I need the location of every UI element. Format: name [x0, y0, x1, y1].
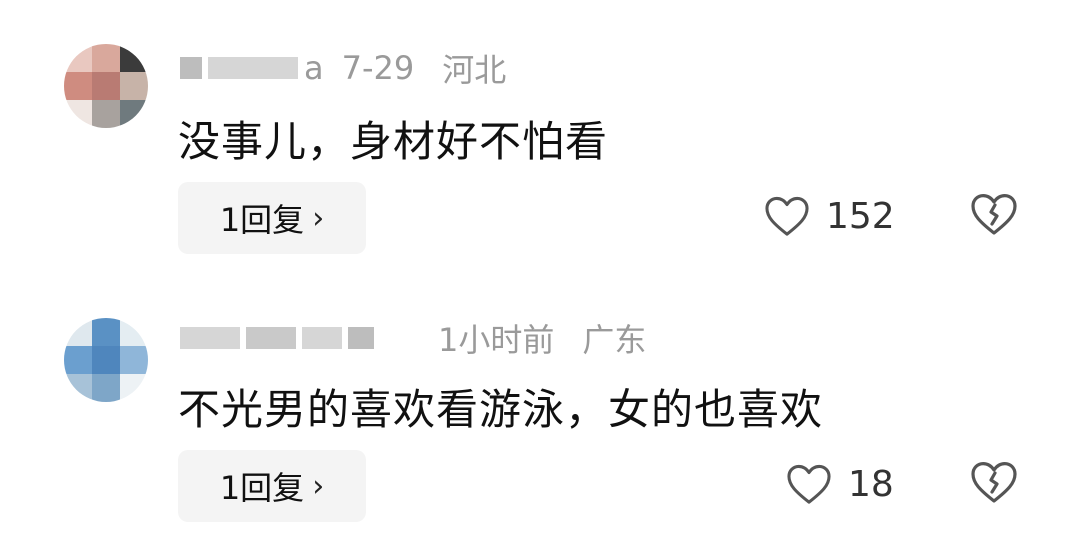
broken-heart-icon	[971, 194, 1017, 235]
comment-text: 没事儿，身材好不怕看	[178, 117, 609, 166]
like-button[interactable]: 18	[786, 454, 894, 514]
username-redacted[interactable]	[208, 57, 298, 79]
username-redacted[interactable]	[180, 57, 202, 79]
reply-button[interactable]: 1回复 ›	[178, 450, 366, 522]
avatar[interactable]	[64, 44, 148, 128]
chevron-right-icon: ›	[312, 468, 325, 504]
like-count: 152	[826, 195, 895, 237]
dislike-button[interactable]	[970, 192, 1018, 240]
username-redacted[interactable]	[180, 327, 240, 349]
avatar[interactable]	[64, 318, 148, 402]
reply-button[interactable]: 1回复 ›	[178, 182, 366, 254]
username-redacted[interactable]	[348, 327, 374, 349]
heart-outline-icon	[787, 464, 831, 504]
reply-label: 1回复	[219, 469, 305, 507]
comment-header: 1小时前 广东	[180, 318, 674, 359]
like-button[interactable]: 152	[764, 186, 895, 246]
like-count: 18	[848, 463, 894, 505]
comment-list: a 7-29 河北 没事儿，身材好不怕看 1回复 › 152 1小时前 广东 不…	[0, 0, 1080, 558]
comment-date: 7-29	[341, 49, 415, 87]
dislike-button[interactable]	[970, 460, 1018, 508]
comment-location: 河北	[442, 51, 507, 89]
comment-date: 1小时前	[438, 321, 555, 359]
username-text[interactable]: a	[304, 49, 324, 87]
chevron-right-icon: ›	[312, 200, 325, 236]
username-redacted[interactable]	[302, 327, 342, 349]
broken-heart-icon	[971, 462, 1017, 503]
comment-text: 不光男的喜欢看游泳，女的也喜欢	[178, 385, 824, 434]
username-redacted[interactable]	[246, 327, 296, 349]
heart-outline-icon	[765, 196, 809, 236]
reply-label: 1回复	[219, 201, 305, 239]
comment-location: 广东	[582, 321, 647, 359]
comment-header: a 7-29 河北	[180, 48, 534, 89]
